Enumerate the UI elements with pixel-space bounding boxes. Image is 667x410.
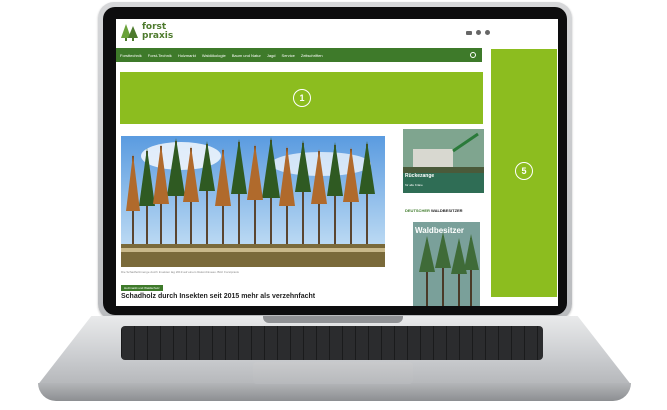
- banner-number-badge: 1: [293, 89, 311, 107]
- nav-item-zeitschriften[interactable]: Zeitschriften: [301, 53, 323, 58]
- facebook-icon[interactable]: [485, 30, 490, 35]
- banner-ad-slot[interactable]: 1: [120, 72, 483, 124]
- nav-item-forst-technik[interactable]: Forst-Technik: [148, 53, 172, 58]
- twitter-icon[interactable]: [476, 30, 481, 35]
- mail-icon[interactable]: [466, 31, 472, 35]
- waldbesitzer-label-part1: DEUTSCHER: [405, 208, 430, 213]
- tree-logo-icon: [121, 24, 138, 41]
- laptop-trackpad: [253, 362, 413, 384]
- waldbesitzer-label: DEUTSCHER WALDBESITZER: [405, 208, 463, 213]
- social-links: [466, 30, 490, 35]
- article-category-tag[interactable]: Holzmarkt und Waldschutz: [121, 285, 163, 291]
- laptop-base-edge: [38, 383, 631, 401]
- waldbesitzer-label-part2: WALDBESITZER: [431, 208, 463, 213]
- site-header: forst praxis: [116, 19, 558, 47]
- nav-item-forsttechnik[interactable]: Forsttechnik: [120, 53, 142, 58]
- nav-item-holzmarkt[interactable]: Holzmarkt: [178, 53, 196, 58]
- ad2-title: Rückezange: [405, 173, 435, 179]
- sidebar-number-badge: 5: [515, 162, 533, 180]
- sidebar-ad-slot[interactable]: 5: [491, 49, 557, 297]
- ad2-subtitle: für alle Kräne: [405, 183, 423, 187]
- rueckezange-ad[interactable]: Rückezange für alle Kräne: [403, 129, 484, 193]
- nav-item-service[interactable]: Service: [282, 53, 295, 58]
- site-logo[interactable]: forst praxis: [120, 22, 173, 42]
- laptop-keyboard: [121, 326, 543, 360]
- magazine-title: Waldbesitzer: [415, 226, 465, 235]
- article-headline[interactable]: Schadholz durch Insekten seit 2015 mehr …: [121, 293, 385, 300]
- image-caption: Die Schadholzmenge durch Insekten lag 20…: [121, 270, 239, 274]
- logo-text: forst praxis: [142, 23, 173, 41]
- nav-item-waldoekologie[interactable]: Waldökologie: [202, 53, 226, 58]
- forest-photo: [121, 136, 385, 267]
- search-icon[interactable]: [470, 52, 476, 58]
- article-hero-image[interactable]: [121, 136, 385, 267]
- main-nav: Forsttechnik Forst-Technik Holzmarkt Wal…: [116, 48, 482, 62]
- laptop-hinge: [263, 316, 403, 323]
- logo-line-2: praxis: [142, 31, 174, 41]
- nav-item-jagd[interactable]: Jagd: [267, 53, 276, 58]
- waldbesitzer-magazine-cover[interactable]: Waldbesitzer: [413, 222, 480, 306]
- laptop-screen: forst praxis Forsttechnik Forst-Technik …: [116, 19, 558, 306]
- nav-item-baum-und-natur[interactable]: Baum und Natur: [232, 53, 261, 58]
- crane-photo: [403, 129, 484, 173]
